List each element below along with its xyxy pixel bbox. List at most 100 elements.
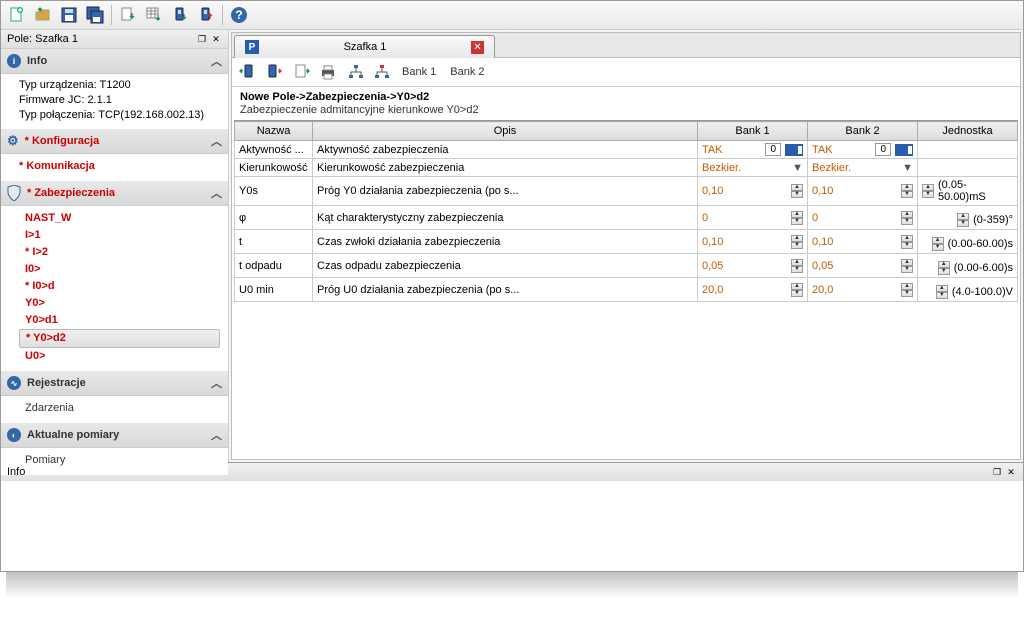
- sub-toolbar: Bank 1 Bank 2: [232, 58, 1020, 87]
- bank1-button[interactable]: Bank 1: [396, 64, 442, 80]
- spinner[interactable]: ▲▼: [791, 235, 803, 249]
- spinner[interactable]: ▲▼: [791, 211, 803, 225]
- cell-unit: ▲▼(4.0-100.0)V: [918, 278, 1018, 302]
- spinner[interactable]: ▲▼: [932, 237, 944, 251]
- spinner[interactable]: ▲▼: [922, 184, 934, 198]
- dev-recv-icon[interactable]: [236, 60, 260, 84]
- tree-item-i1[interactable]: I>1: [19, 227, 220, 244]
- accordion-info[interactable]: i Info ︿: [1, 49, 228, 74]
- spinner[interactable]: ▲▼: [901, 283, 913, 297]
- cell-bank2[interactable]: 0▲▼: [808, 206, 918, 230]
- spinner[interactable]: ▲▼: [901, 235, 913, 249]
- p-icon: P: [245, 40, 259, 54]
- undock-icon[interactable]: ❐: [196, 33, 208, 45]
- spinner[interactable]: ▲▼: [901, 184, 913, 198]
- save-all-icon[interactable]: [83, 3, 107, 27]
- doc-down-icon[interactable]: [116, 3, 140, 27]
- info-panel: Info ❐ ✕: [1, 462, 1023, 571]
- dropdown-icon[interactable]: ▼: [902, 162, 913, 174]
- spinner[interactable]: ▲▼: [791, 283, 803, 297]
- accordion-pomiary[interactable]: ◐ Aktualne pomiary ︿: [1, 423, 228, 448]
- device-up-icon[interactable]: [194, 3, 218, 27]
- sidebar: Pole: Szafka 1 ❐ ✕ i Info ︿ Typ urządzen…: [1, 30, 229, 462]
- tree-item-i2[interactable]: * I>2: [19, 244, 220, 261]
- toggle[interactable]: 0: [875, 143, 913, 156]
- cell-name: φ: [235, 206, 313, 230]
- device-down-icon[interactable]: [168, 3, 192, 27]
- spinner[interactable]: ▲▼: [957, 213, 969, 227]
- cell-bank1[interactable]: Bezkier.▼: [698, 159, 808, 177]
- device-type: Typ urządzenia: T1200: [19, 78, 220, 93]
- tree-zdarzenia[interactable]: Zdarzenia: [19, 400, 220, 417]
- tab-close-icon[interactable]: ✕: [471, 41, 484, 54]
- col-bank1[interactable]: Bank 1: [698, 122, 808, 141]
- chevron-up-icon: ︿: [211, 185, 222, 201]
- close-panel-icon[interactable]: ✕: [1005, 466, 1017, 478]
- tree-pomiary[interactable]: Pomiary: [19, 452, 220, 469]
- cell-desc: Kierunkowość zabezpieczenia: [313, 159, 698, 177]
- col-name[interactable]: Nazwa: [235, 122, 313, 141]
- cell-bank2[interactable]: 0,10▲▼: [808, 230, 918, 254]
- new-doc-icon[interactable]: [5, 3, 29, 27]
- tree-item-u0[interactable]: U0>: [19, 348, 220, 365]
- grid-down-icon[interactable]: [142, 3, 166, 27]
- cell-bank1[interactable]: 20,0▲▼: [698, 278, 808, 302]
- tree-item-y0[interactable]: Y0>: [19, 295, 220, 312]
- dropdown-icon[interactable]: ▼: [792, 162, 803, 174]
- tree-item-nastw[interactable]: NAST_W: [19, 210, 220, 227]
- connection: Typ połączenia: TCP(192.168.002.13): [19, 108, 220, 123]
- sidebar-title-text: Pole: Szafka 1: [7, 33, 78, 45]
- tab-title: Szafka 1: [265, 41, 465, 53]
- col-bank2[interactable]: Bank 2: [808, 122, 918, 141]
- tree-item-i0d[interactable]: * I0>d: [19, 278, 220, 295]
- accordion-rejestracje[interactable]: ∿ Rejestracje ︿: [1, 371, 228, 396]
- close-panel-icon[interactable]: ✕: [210, 33, 222, 45]
- tree-komunikacja[interactable]: * Komunikacja: [19, 158, 220, 175]
- accordion-config[interactable]: ⚙ * Konfiguracja ︿: [1, 129, 228, 154]
- tab-szafka[interactable]: P Szafka 1 ✕: [234, 35, 495, 58]
- tree-item-y0d1[interactable]: Y0>d1: [19, 312, 220, 329]
- dev-send-icon[interactable]: [262, 60, 286, 84]
- info-icon: i: [7, 54, 21, 68]
- doc-export-icon[interactable]: [290, 60, 314, 84]
- cell-unit: ▲▼(0.00-60.00)s: [918, 230, 1018, 254]
- tree-item-y0d2[interactable]: * Y0>d2: [19, 329, 220, 348]
- cell-bank2[interactable]: Bezkier.▼: [808, 159, 918, 177]
- spinner[interactable]: ▲▼: [938, 261, 950, 275]
- open-icon[interactable]: [31, 3, 55, 27]
- cell-bank1[interactable]: 0,10▲▼: [698, 177, 808, 206]
- accordion-zabezpieczenia[interactable]: * Zabezpieczenia ︿: [1, 181, 228, 206]
- cell-desc: Czas odpadu zabezpieczenia: [313, 254, 698, 278]
- chevron-up-icon: ︿: [211, 53, 222, 69]
- shield-icon: [7, 185, 21, 201]
- cell-unit: [918, 159, 1018, 177]
- col-desc[interactable]: Opis: [313, 122, 698, 141]
- col-unit[interactable]: Jednostka: [918, 122, 1018, 141]
- spinner[interactable]: ▲▼: [791, 184, 803, 198]
- help-icon[interactable]: ?: [227, 3, 251, 27]
- cell-bank2[interactable]: 20,0▲▼: [808, 278, 918, 302]
- info-panel-title: Info: [7, 466, 25, 478]
- cell-bank1[interactable]: TAK0: [698, 141, 808, 159]
- save-icon[interactable]: [57, 3, 81, 27]
- sidebar-title: Pole: Szafka 1 ❐ ✕: [1, 30, 228, 49]
- main-toolbar: ?: [1, 1, 1023, 30]
- network1-icon[interactable]: [344, 60, 368, 84]
- cell-bank1[interactable]: 0,10▲▼: [698, 230, 808, 254]
- cell-bank2[interactable]: 0,05▲▼: [808, 254, 918, 278]
- cell-bank1[interactable]: 0▲▼: [698, 206, 808, 230]
- print-icon[interactable]: [316, 60, 340, 84]
- spinner[interactable]: ▲▼: [901, 259, 913, 273]
- spinner[interactable]: ▲▼: [901, 211, 913, 225]
- cell-bank2[interactable]: TAK0: [808, 141, 918, 159]
- bank2-button[interactable]: Bank 2: [444, 64, 490, 80]
- spinner[interactable]: ▲▼: [791, 259, 803, 273]
- spinner[interactable]: ▲▼: [936, 285, 948, 299]
- toggle[interactable]: 0: [765, 143, 803, 156]
- cell-unit: ▲▼(0-359)°: [918, 206, 1018, 230]
- cell-bank1[interactable]: 0,05▲▼: [698, 254, 808, 278]
- undock-icon[interactable]: ❐: [991, 466, 1003, 478]
- tree-item-i0[interactable]: I0>: [19, 261, 220, 278]
- cell-bank2[interactable]: 0,10▲▼: [808, 177, 918, 206]
- network2-icon[interactable]: [370, 60, 394, 84]
